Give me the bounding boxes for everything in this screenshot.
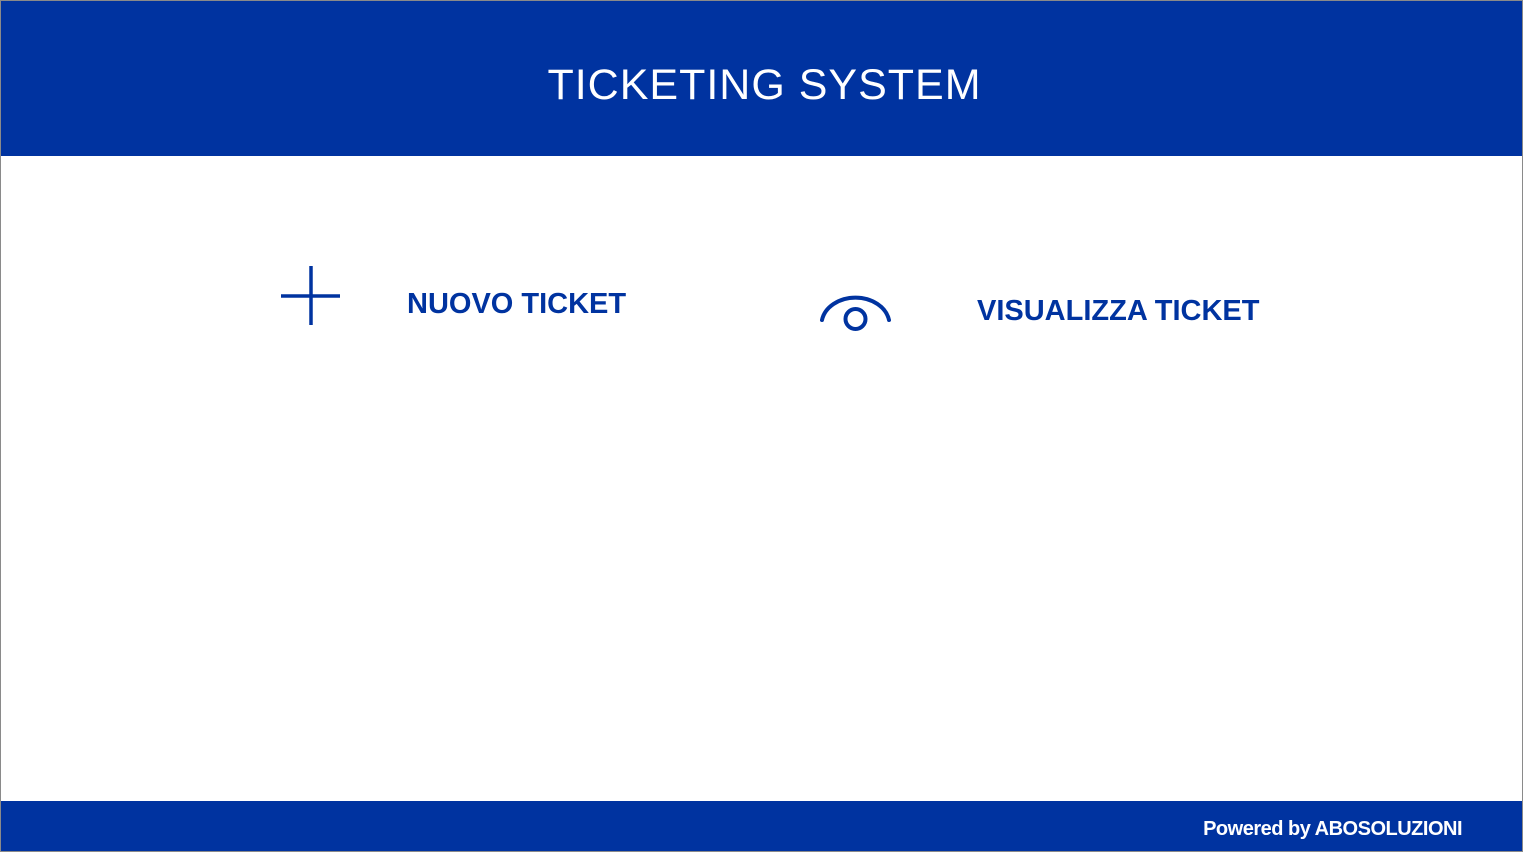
eye-icon <box>817 286 893 336</box>
new-ticket-button[interactable]: NUOVO TICKET <box>271 256 651 341</box>
header-bar: TICKETING SYSTEM <box>1 1 1522 156</box>
app-window: TICKETING SYSTEM NUOVO TICKET VISUALIZZA… <box>0 0 1523 852</box>
view-ticket-label: VISUALIZZA TICKET <box>977 295 1260 327</box>
footer-bar: Powered by ABOSOLUZIONI <box>1 801 1522 851</box>
new-ticket-label: NUOVO TICKET <box>407 288 627 320</box>
page-title: TICKETING SYSTEM <box>547 61 982 109</box>
powered-by-text: Powered by ABOSOLUZIONI <box>1203 818 1462 840</box>
plus-icon <box>281 266 341 326</box>
view-ticket-button[interactable]: VISUALIZZA TICKET <box>809 276 1279 346</box>
